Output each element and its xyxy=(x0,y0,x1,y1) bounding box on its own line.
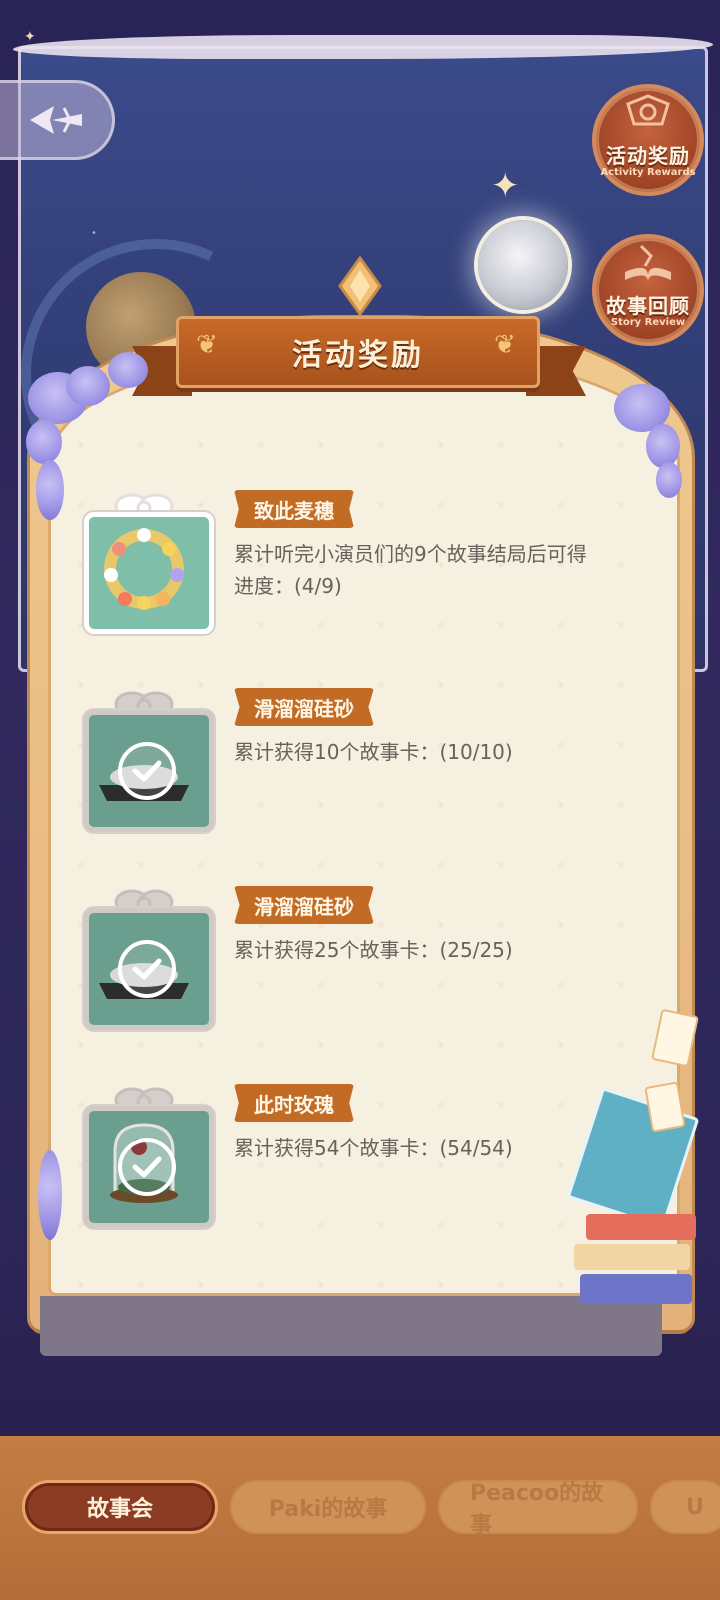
wisteria-flower xyxy=(646,424,680,468)
side-button-label: 活动奖励 xyxy=(606,144,690,168)
story-review-button[interactable]: 故事回顾 Story Review xyxy=(592,234,704,346)
back-arrow-icon xyxy=(30,106,82,134)
tab-label: Peacoo的故事 xyxy=(470,1481,604,1538)
reward-description: 累计获得25个故事卡：(25/25) xyxy=(234,938,513,962)
sparkle-icon: ✦ xyxy=(491,166,520,206)
reward-name: 滑溜溜硅砂 xyxy=(234,886,374,924)
panel-base xyxy=(40,1296,662,1356)
reward-progress: 进度：(4/9) xyxy=(234,574,342,598)
panel-title: 活动奖励 xyxy=(292,338,424,373)
book-decoration xyxy=(586,1214,696,1240)
tab-label: 故事会 xyxy=(86,1497,153,1522)
side-button-sub: Story Review xyxy=(610,317,686,328)
wreath-gift-icon[interactable] xyxy=(80,490,214,634)
tab-story-club[interactable]: 故事会 xyxy=(22,1480,218,1534)
laurel-right-icon: ❦ xyxy=(494,330,516,360)
book-decoration xyxy=(574,1244,690,1270)
flower-wreath xyxy=(104,528,184,610)
activity-rewards-button[interactable]: 活动奖励 Activity Rewards xyxy=(592,84,704,196)
side-button-sub: Activity Rewards xyxy=(600,167,696,178)
wisteria-flower xyxy=(66,366,110,406)
book-decoration xyxy=(580,1274,692,1304)
reward-name: 致此麦穗 xyxy=(234,490,354,528)
wisteria-flower xyxy=(108,352,148,388)
reward-name: 滑溜溜硅砂 xyxy=(234,688,374,726)
moon xyxy=(478,220,568,310)
reward-description: 累计获得10个故事卡：(10/10) xyxy=(234,740,513,764)
rose-dome-gift-icon[interactable] xyxy=(80,1084,214,1228)
tab-label: U xyxy=(686,1494,704,1520)
reward-description: 累计听完小演员们的9个故事结局后可得 进度：(4/9) xyxy=(234,538,654,602)
sand-gift-icon[interactable] xyxy=(80,886,214,1030)
tab-more[interactable]: U xyxy=(650,1480,720,1534)
reward-name: 此时玫瑰 xyxy=(234,1084,354,1122)
medal-icon xyxy=(626,94,670,126)
laurel-left-icon: ❦ xyxy=(196,330,218,360)
check-icon xyxy=(118,742,176,800)
tab-label: Paki的故事 xyxy=(268,1497,388,1522)
star-icon: • xyxy=(91,228,97,239)
back-button[interactable] xyxy=(0,80,115,160)
check-icon xyxy=(118,940,176,998)
tab-paki-story[interactable]: Paki的故事 xyxy=(230,1480,426,1534)
wisteria-flower xyxy=(656,462,682,498)
check-icon xyxy=(118,1138,176,1196)
wisteria-flower xyxy=(26,420,62,464)
tab-list: 故事会 Paki的故事 Peacoo的故事 U xyxy=(22,1480,720,1538)
tab-peacoo-story[interactable]: Peacoo的故事 xyxy=(438,1480,638,1538)
star-icon: ✦ xyxy=(24,29,36,45)
open-book-icon xyxy=(625,244,671,282)
diamond-ornament-icon xyxy=(338,256,382,317)
sand-gift-icon[interactable] xyxy=(80,688,214,832)
wisteria-flower xyxy=(38,1150,62,1240)
side-button-label: 故事回顾 xyxy=(606,294,690,318)
wisteria-flower xyxy=(36,460,64,520)
panel-title-ribbon: 活动奖励 xyxy=(176,316,540,388)
reward-requirement: 累计听完小演员们的9个故事结局后可得 xyxy=(234,542,587,566)
